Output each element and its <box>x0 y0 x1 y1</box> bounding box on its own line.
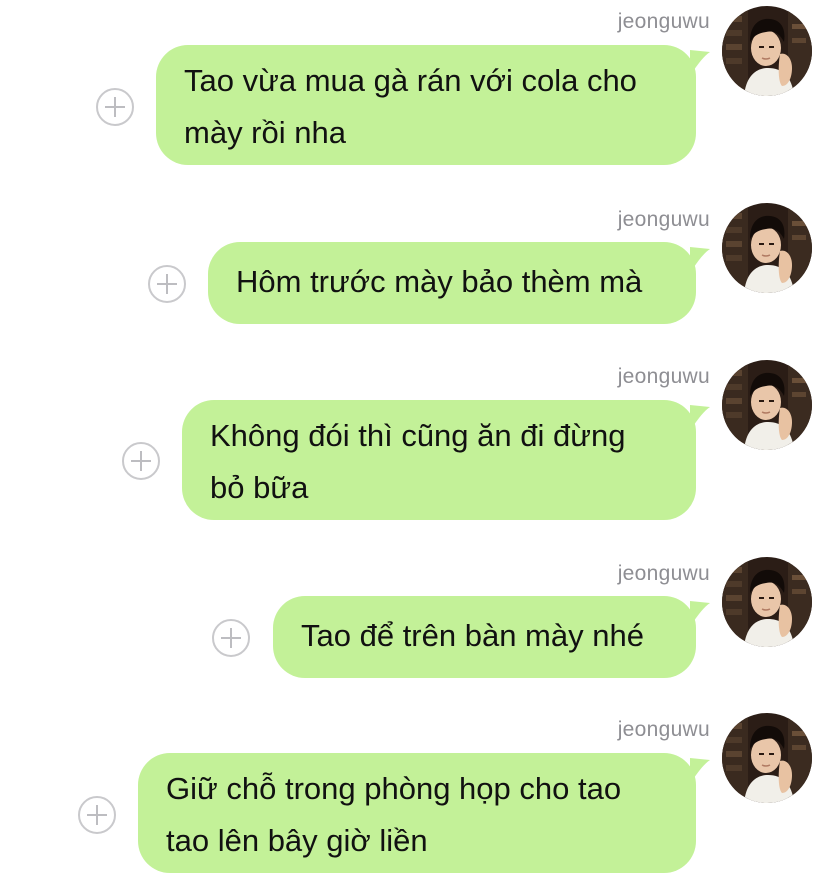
sender-name: jeonguwu <box>617 718 710 741</box>
sender-name: jeonguwu <box>617 365 710 388</box>
plus-circle-icon[interactable] <box>212 619 250 657</box>
message-bubble[interactable]: Tao vừa mua gà rán với cola cho mày rồi … <box>156 45 696 165</box>
bubble-tail <box>690 50 710 70</box>
plus-circle-icon[interactable] <box>122 442 160 480</box>
bubble-tail <box>690 405 710 425</box>
sender-name: jeonguwu <box>617 10 710 33</box>
avatar[interactable] <box>722 557 812 647</box>
avatar[interactable] <box>722 6 812 96</box>
message-text: Hôm trước mày bảo thèm mà <box>236 264 643 299</box>
message-bubble[interactable]: Giữ chỗ trong phòng họp cho tao tao lên … <box>138 753 696 873</box>
message-text: Không đói thì cũng ăn đi đừng bỏ bữa <box>210 418 626 505</box>
bubble-tail <box>690 247 710 267</box>
avatar[interactable] <box>722 360 812 450</box>
message-bubble[interactable]: Không đói thì cũng ăn đi đừng bỏ bữa <box>182 400 696 520</box>
message-bubble[interactable]: Hôm trước mày bảo thèm mà <box>208 242 696 324</box>
bubble-tail <box>690 601 710 621</box>
plus-circle-icon[interactable] <box>148 265 186 303</box>
message-bubble[interactable]: Tao để trên bàn mày nhé <box>273 596 696 678</box>
message-text: Tao để trên bàn mày nhé <box>301 618 644 653</box>
avatar[interactable] <box>722 713 812 803</box>
plus-circle-icon[interactable] <box>78 796 116 834</box>
message-text: Tao vừa mua gà rán với cola cho mày rồi … <box>184 63 637 150</box>
bubble-tail <box>690 758 710 778</box>
message-text: Giữ chỗ trong phòng họp cho tao tao lên … <box>166 771 622 858</box>
avatar[interactable] <box>722 203 812 293</box>
plus-circle-icon[interactable] <box>96 88 134 126</box>
sender-name: jeonguwu <box>617 562 710 585</box>
sender-name: jeonguwu <box>617 208 710 231</box>
